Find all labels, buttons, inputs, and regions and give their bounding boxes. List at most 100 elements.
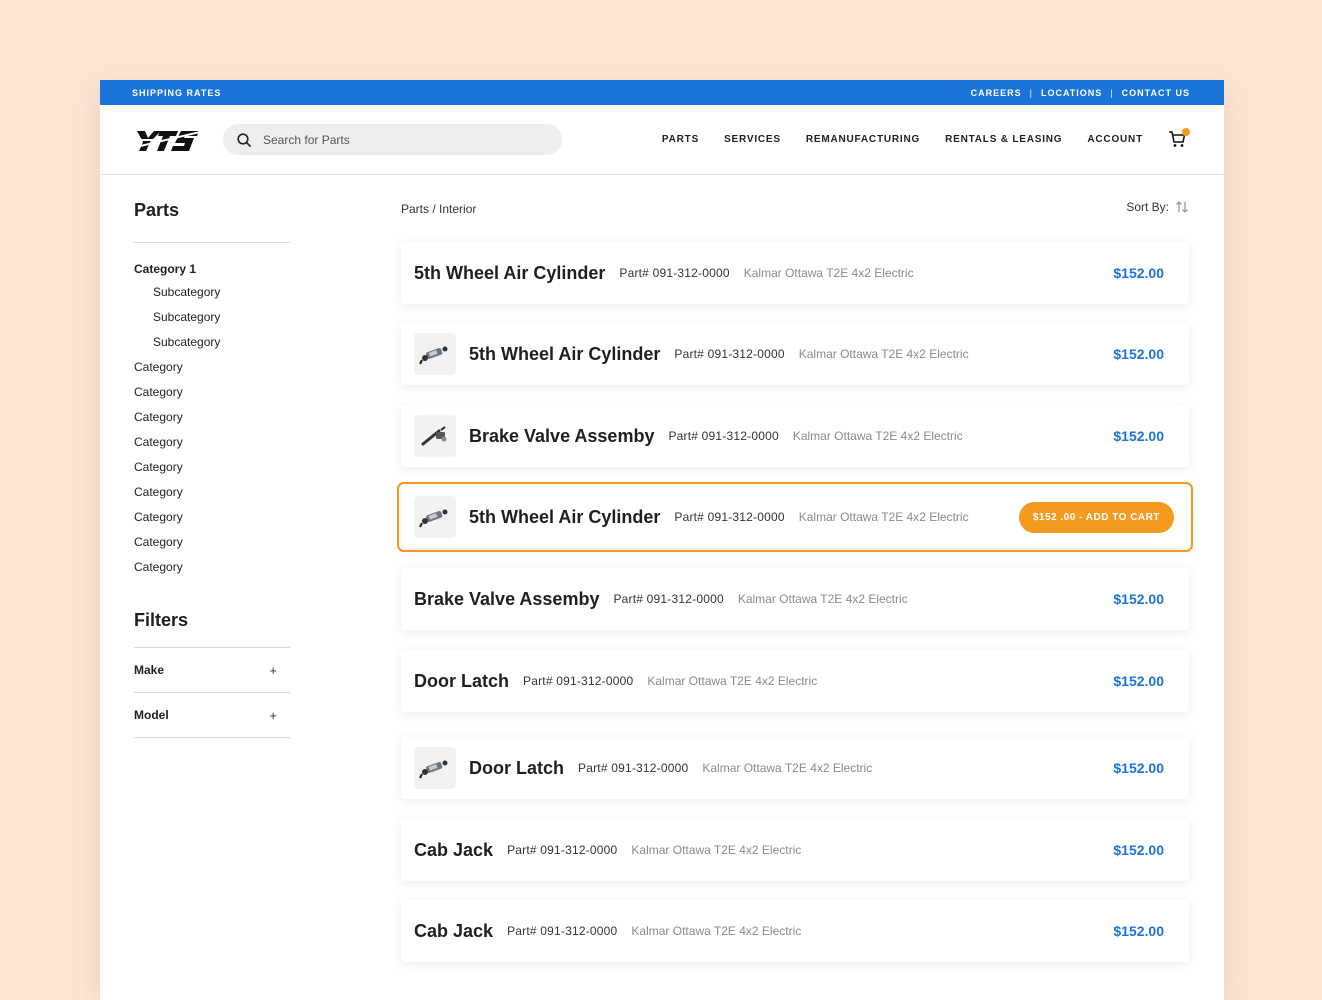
category-item[interactable]: Category [134, 355, 291, 380]
product-row[interactable]: 5th Wheel Air Cylinder Part# 091-312-0000… [397, 482, 1193, 552]
subcategory-item[interactable]: Subcategory [134, 330, 291, 355]
product-fitment: Kalmar Ottawa T2E 4x2 Electric [702, 761, 873, 775]
product-name[interactable]: 5th Wheel Air Cylinder [469, 507, 660, 528]
category-item[interactable]: Category [134, 530, 291, 555]
product-price: $152.00 [1113, 265, 1164, 281]
yts-logo[interactable] [134, 127, 200, 158]
contact-us-link[interactable]: CONTACT US [1122, 88, 1190, 98]
nav-services[interactable]: SERVICES [724, 134, 781, 145]
category-item[interactable]: Category [134, 480, 291, 505]
category-item[interactable]: Category [134, 455, 291, 480]
nav-parts[interactable]: PARTS [662, 134, 699, 145]
product-name[interactable]: 5th Wheel Air Cylinder [414, 263, 605, 284]
utility-bar: SHIPPING RATES CAREERS | LOCATIONS | CON… [100, 80, 1224, 105]
product-fitment: Kalmar Ottawa T2E 4x2 Electric [631, 843, 802, 857]
browser-page: SHIPPING RATES CAREERS | LOCATIONS | CON… [100, 80, 1224, 1000]
product-price: $152.00 [1113, 428, 1164, 444]
breadcrumb[interactable]: Parts / Interior [401, 202, 476, 216]
product-price: $152.00 [1113, 842, 1164, 858]
main-nav: PARTS SERVICES REMANUFACTURING RENTALS &… [662, 105, 1190, 174]
plus-icon[interactable]: + [269, 708, 277, 723]
sidebar-title: Parts [134, 200, 180, 220]
search-icon [237, 132, 251, 147]
part-number: Part# 091-312-0000 [507, 843, 618, 857]
category-item[interactable]: Category 1 [134, 259, 291, 279]
product-price: $152.00 [1113, 673, 1164, 689]
separator: | [1029, 87, 1033, 98]
product-name[interactable]: Cab Jack [414, 840, 493, 861]
filter-make[interactable]: Make + [134, 648, 291, 693]
part-number: Part# 091-312-0000 [619, 266, 730, 280]
product-thumbnail[interactable] [414, 496, 456, 538]
utility-links: CAREERS | LOCATIONS | CONTACT US [971, 88, 1190, 98]
part-number: Part# 091-312-0000 [613, 592, 724, 606]
category-item[interactable]: Category [134, 555, 291, 580]
sidebar: Parts Category 1 Subcategory Subcategory Su… [134, 200, 291, 738]
product-thumbnail[interactable] [414, 415, 456, 457]
product-row[interactable]: Brake Valve Assemby Part# 091-312-0000 Kal… [401, 568, 1189, 630]
search-input[interactable] [261, 131, 525, 148]
product-fitment: Kalmar Ottawa T2E 4x2 Electric [798, 510, 969, 524]
category-list: Category 1 Subcategory Subcategory Subcateg… [134, 259, 291, 580]
nav-account[interactable]: ACCOUNT [1087, 134, 1143, 145]
product-name[interactable]: Cab Jack [414, 921, 493, 942]
part-number: Part# 091-312-0000 [674, 347, 785, 361]
product-fitment: Kalmar Ottawa T2E 4x2 Electric [792, 429, 963, 443]
yts-logo-mark [134, 131, 200, 151]
plus-icon[interactable]: + [269, 663, 277, 678]
part-number: Part# 091-312-0000 [507, 924, 618, 938]
product-row[interactable]: Door Latch Part# 091-312-0000 Kalmar Ottaw… [401, 650, 1189, 712]
filter-model[interactable]: Model + [134, 693, 291, 738]
subcategory-item[interactable]: Subcategory [134, 305, 291, 330]
product-row[interactable]: Cab Jack Part# 091-312-0000 Kalmar Ottawa … [401, 819, 1189, 881]
nav-remanufacturing[interactable]: REMANUFACTURING [806, 134, 920, 145]
part-number: Part# 091-312-0000 [674, 510, 785, 524]
cart-notification-dot [1182, 127, 1190, 136]
category-item[interactable]: Category [134, 505, 291, 530]
product-price: $152.00 [1113, 346, 1164, 362]
product-fitment: Kalmar Ottawa T2E 4x2 Electric [647, 674, 818, 688]
site-header: PARTS SERVICES REMANUFACTURING RENTALS &… [100, 105, 1224, 175]
product-name[interactable]: Door Latch [469, 758, 564, 779]
product-row[interactable]: 5th Wheel Air Cylinder Part# 091-312-0000… [401, 242, 1189, 304]
product-price: $152.00 [1113, 923, 1164, 939]
search-bar[interactable] [223, 124, 562, 155]
product-fitment: Kalmar Ottawa T2E 4x2 Electric [798, 347, 969, 361]
divider [134, 242, 291, 243]
product-row[interactable]: Door Latch Part# 091-312-0000 Kalmar Ottaw… [401, 737, 1189, 799]
product-name[interactable]: 5th Wheel Air Cylinder [469, 344, 660, 365]
filter-make-label: Make [134, 663, 165, 677]
sort-label: Sort By: [1126, 200, 1169, 214]
product-row[interactable]: Brake Valve Assemby Part# 091-312-0000 Kal… [401, 405, 1189, 467]
product-name[interactable]: Brake Valve Assemby [469, 426, 654, 447]
sort-control[interactable]: Sort By: [1126, 200, 1189, 214]
product-name[interactable]: Door Latch [414, 671, 509, 692]
filters-title: Filters [134, 610, 189, 630]
nav-rentals-leasing[interactable]: RENTALS & LEASING [945, 134, 1062, 145]
sort-icon [1176, 201, 1188, 213]
product-row[interactable]: 5th Wheel Air Cylinder Part# 091-312-0000… [401, 323, 1189, 385]
cart-button[interactable] [1168, 127, 1190, 150]
product-name[interactable]: Brake Valve Assemby [414, 589, 599, 610]
category-item[interactable]: Category [134, 380, 291, 405]
category-item[interactable]: Category [134, 405, 291, 430]
product-price: $152.00 [1113, 760, 1164, 776]
product-fitment: Kalmar Ottawa T2E 4x2 Electric [743, 266, 914, 280]
locations-link[interactable]: LOCATIONS [1041, 88, 1102, 98]
product-fitment: Kalmar Ottawa T2E 4x2 Electric [631, 924, 802, 938]
product-fitment: Kalmar Ottawa T2E 4x2 Electric [737, 592, 908, 606]
product-thumbnail[interactable] [414, 333, 456, 375]
product-price: $152.00 [1113, 591, 1164, 607]
part-number: Part# 091-312-0000 [523, 674, 634, 688]
add-to-cart-button[interactable]: $152 .00 - ADD TO CART [1018, 501, 1174, 533]
category-item[interactable]: Category [134, 430, 291, 455]
careers-link[interactable]: CAREERS [971, 88, 1022, 98]
product-thumbnail[interactable] [414, 747, 456, 789]
separator: | [1110, 87, 1114, 98]
subcategory-item[interactable]: Subcategory [134, 280, 291, 305]
filter-model-label: Model [134, 708, 169, 722]
part-number: Part# 091-312-0000 [578, 761, 689, 775]
part-number: Part# 091-312-0000 [668, 429, 779, 443]
shipping-rates-link[interactable]: SHIPPING RATES [132, 88, 221, 98]
product-row[interactable]: Cab Jack Part# 091-312-0000 Kalmar Ottawa … [401, 900, 1189, 962]
